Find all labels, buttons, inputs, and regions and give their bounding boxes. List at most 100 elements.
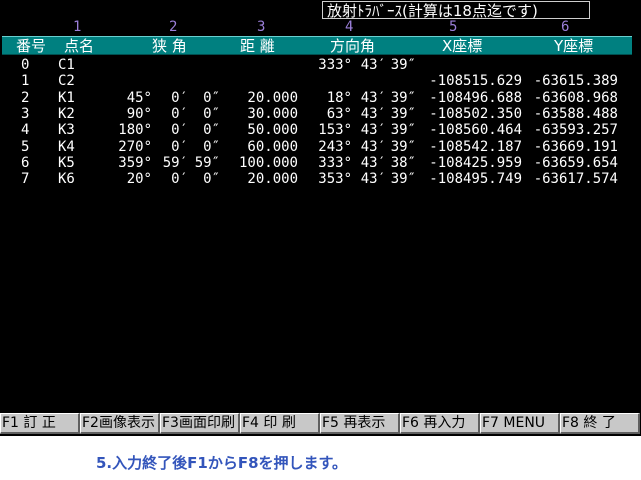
function-key-f7[interactable]: F7 MENU: [480, 413, 560, 434]
row-bearing-sec: 38″: [390, 154, 416, 171]
row-angle-min: 0′: [171, 171, 188, 188]
row-angle-min: 0′: [171, 138, 188, 155]
row-bearing-deg: 333°: [318, 57, 352, 73]
row-point-name: K5: [58, 154, 75, 171]
column-header-bar: 番号 点名 狭 角 距 離 方向角 X座標 Y座標: [2, 36, 632, 55]
row-bearing-deg: 243°: [318, 138, 352, 155]
row-number: 2: [21, 89, 30, 106]
column-number-2: 2: [169, 19, 178, 35]
row-bearing-deg: 18°: [326, 89, 352, 106]
row-y-coordinate: -63588.488: [533, 105, 618, 122]
row-distance: 100.000: [238, 154, 298, 171]
row-angle-sec: 0″: [203, 138, 220, 155]
row-angle-sec: 0″: [203, 105, 220, 122]
row-number: 3: [21, 105, 30, 122]
row-point-name: C1: [58, 57, 75, 73]
row-angle-deg: 180°: [118, 122, 152, 139]
instruction-caption: 5.入力終了後F1からF8を押します。: [96, 454, 348, 472]
header-distance: 距 離: [240, 37, 275, 55]
row-x-coordinate: -108502.350: [429, 105, 522, 122]
row-number: 6: [21, 154, 30, 171]
row-bearing-sec: 39″: [390, 57, 416, 73]
function-key-bar: F1 訂 正 F2画像表示 F3画面印刷 F4 印 刷 F5 再表示 F6 再入力 F7 M…: [0, 413, 641, 434]
row-angle-sec: 59″: [194, 154, 220, 171]
function-key-f8[interactable]: F8 終 了: [560, 413, 640, 434]
row-angle-sec: 0″: [203, 89, 220, 106]
row-point-name: K4: [58, 138, 75, 155]
row-angle-deg: 359°: [118, 154, 152, 171]
row-x-coordinate: -108542.187: [429, 138, 522, 155]
row-distance: 20.000: [247, 89, 298, 106]
row-number: 5: [21, 138, 30, 155]
row-x-coordinate: -108425.959: [429, 154, 522, 171]
function-key-f3[interactable]: F3画面印刷: [160, 413, 240, 434]
row-bearing-sec: 39″: [390, 105, 416, 122]
function-key-f4[interactable]: F4 印 刷: [240, 413, 320, 434]
row-bearing-min: 43′: [360, 89, 386, 106]
row-number: 4: [21, 122, 30, 139]
row-angle-deg: 20°: [126, 171, 152, 188]
row-bearing-deg: 153°: [318, 122, 352, 139]
row-angle-min: 0′: [171, 105, 188, 122]
row-bearing-deg: 63°: [326, 105, 352, 122]
row-y-coordinate: -63617.574: [533, 171, 618, 188]
row-bearing-deg: 353°: [318, 171, 352, 188]
row-x-coordinate: -108495.749: [429, 171, 522, 188]
row-bearing-min: 43′: [360, 138, 386, 155]
row-y-coordinate: -63608.968: [533, 89, 618, 106]
header-angle: 狭 角: [152, 37, 187, 55]
row-bearing-sec: 39″: [390, 171, 416, 188]
row-number: 7: [21, 171, 30, 188]
function-key-f5[interactable]: F5 再表示: [320, 413, 400, 434]
row-x-coordinate: -108560.464: [429, 122, 522, 139]
row-point-name: K1: [58, 89, 75, 106]
row-y-coordinate: -63593.257: [533, 122, 618, 139]
row-bearing-min: 43′: [360, 171, 386, 188]
function-key-f1[interactable]: F1 訂 正: [0, 413, 80, 434]
row-angle-sec: 0″: [203, 171, 220, 188]
row-bearing-min: 43′: [360, 105, 386, 122]
column-number-4: 4: [345, 19, 354, 35]
row-distance: 20.000: [247, 171, 298, 188]
row-number: 1: [21, 73, 30, 90]
function-key-f2[interactable]: F2画像表示: [80, 413, 160, 434]
header-y-coordinate: Y座標: [554, 37, 594, 55]
column-number-3: 3: [257, 19, 266, 35]
row-bearing-deg: 333°: [318, 154, 352, 171]
header-x-coordinate: X座標: [442, 37, 483, 55]
row-distance: 30.000: [247, 105, 298, 122]
header-point-name: 点名: [64, 37, 95, 55]
row-x-coordinate: -108496.688: [429, 89, 522, 106]
header-number: 番号: [16, 37, 47, 55]
row-bearing-sec: 39″: [390, 122, 416, 139]
row-point-name: K2: [58, 105, 75, 122]
row-angle-min: 0′: [171, 122, 188, 139]
row-y-coordinate: -63669.191: [533, 138, 618, 155]
row-point-name: K3: [58, 122, 75, 139]
row-y-coordinate: -63615.389: [533, 73, 618, 90]
row-angle-deg: 90°: [126, 105, 152, 122]
row-distance: 60.000: [247, 138, 298, 155]
window-title: 放射ﾄﾗﾊﾞｰｽ(計算は18点迄です): [322, 1, 590, 20]
row-angle-min: 59′: [162, 154, 188, 171]
row-angle-min: 0′: [171, 89, 188, 106]
row-angle-sec: 0″: [203, 122, 220, 139]
row-x-coordinate: -108515.629: [429, 73, 522, 90]
row-bearing-min: 43′: [360, 154, 386, 171]
row-angle-deg: 45°: [126, 89, 152, 106]
row-bearing-sec: 39″: [390, 138, 416, 155]
row-point-name: C2: [58, 73, 75, 90]
row-bearing-min: 43′: [360, 122, 386, 139]
terminal-screen: 放射ﾄﾗﾊﾞｰｽ(計算は18点迄です) 1 2 3 4 5 6 番号 点名 狭 …: [0, 0, 641, 436]
header-bearing: 方向角: [330, 37, 376, 55]
column-number-6: 6: [561, 19, 570, 35]
row-angle-deg: 270°: [118, 138, 152, 155]
column-number-5: 5: [449, 19, 458, 35]
row-y-coordinate: -63659.654: [533, 154, 618, 171]
row-bearing-sec: 39″: [390, 89, 416, 106]
row-bearing-min: 43′: [360, 57, 386, 73]
function-key-f6[interactable]: F6 再入力: [400, 413, 480, 434]
column-number-1: 1: [73, 19, 82, 35]
row-point-name: K6: [58, 171, 75, 188]
row-number: 0: [21, 57, 30, 73]
